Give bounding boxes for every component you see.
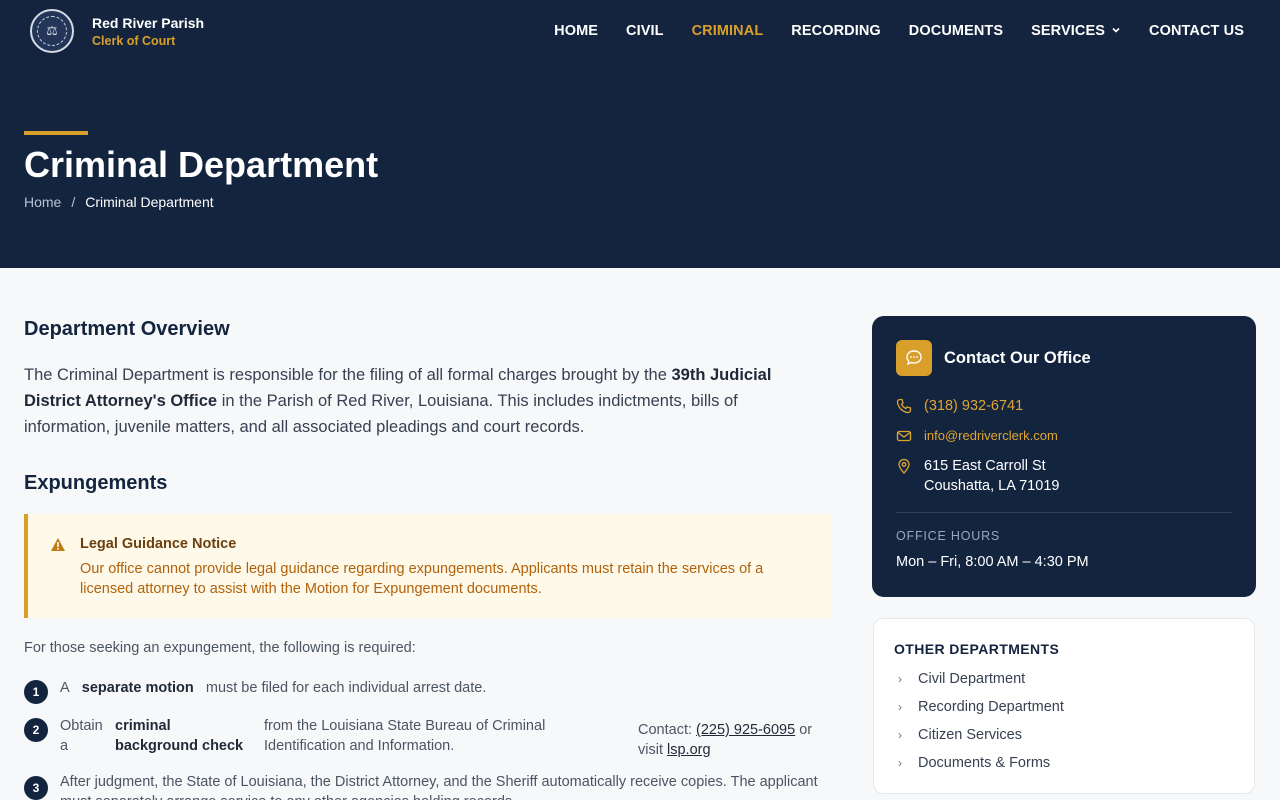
parish-seal-logo[interactable]: ⚖ [30,9,74,53]
department-link-label: Recording Department [918,699,1064,715]
breadcrumb-home[interactable]: Home [24,194,61,210]
mail-icon [896,428,912,444]
step-text-post: must be filed for each individual arrest… [205,680,487,696]
contact-divider [896,512,1232,513]
breadcrumb: Home / Criminal Department [24,194,214,210]
bureau-phone-link[interactable]: (225) 925-6095 [696,722,795,738]
step-text-post: from the Louisiana State Bureau of Crimi… [264,718,546,754]
brand-subtitle[interactable]: Clerk of Court [92,34,175,48]
requirements-intro: For those seeking an expungement, the fo… [24,640,416,656]
chevron-right-icon: › [898,672,902,686]
contact-address: 615 East Carroll St Coushatta, LA 71019 [924,456,1059,496]
legal-notice: Legal Guidance Notice Our office cannot … [24,514,832,618]
page-title: Criminal Department [24,144,379,185]
top-navigation-bar: ⚖ Red River Parish Clerk of Court HOME C… [0,0,1280,64]
nav-documents[interactable]: DOCUMENTS [909,23,1003,39]
contact-email-link[interactable]: info@redriverclerk.com [924,426,1058,446]
department-link-recording[interactable]: › Recording Department [898,699,1064,715]
department-link-citizen-services[interactable]: › Citizen Services [898,727,1022,743]
department-link-label: Civil Department [918,671,1026,687]
lsp-website-link[interactable]: lsp.org [667,742,711,758]
chat-bubble-icon [896,340,932,376]
contact-label: Contact: [638,722,692,738]
contact-card: Contact Our Office (318) 932-6741 info@r… [872,316,1256,597]
contact-phone-link[interactable]: (318) 932-6741 [924,396,1023,416]
step-text: A separate motion must be filed for each… [60,678,486,698]
step-number: 2 [24,718,48,742]
step-text-bold: criminal background check [115,718,244,754]
contact-email-row: info@redriverclerk.com [896,426,1058,446]
step-number: 3 [24,776,48,800]
contact-card-title: Contact Our Office [944,349,1091,367]
nav-home[interactable]: HOME [554,23,598,39]
address-line-1: 615 East Carroll St [924,458,1046,474]
overview-heading: Department Overview [24,318,230,340]
chevron-right-icon: › [898,728,902,742]
requirement-step: 1 A separate motion must be filed for ea… [24,678,824,706]
contact-phone-row: (318) 932-6741 [896,396,1023,416]
nav-recording[interactable]: RECORDING [791,23,881,39]
expungements-heading: Expungements [24,472,168,494]
step-text-bold: separate motion [81,680,194,696]
notice-body: Our office cannot provide legal guidance… [80,561,764,597]
overview-text-part1: The Criminal Department is responsible f… [24,366,667,384]
nav-services-label: SERVICES [1031,23,1106,39]
seal-icon: ⚖ [37,16,67,46]
warning-icon [50,537,66,556]
department-link-civil[interactable]: › Civil Department [898,671,1025,687]
requirement-step: 3 After judgment, the State of Louisiana… [24,772,824,800]
step-text-pre: Obtain a [60,718,103,754]
overview-text: The Criminal Department is responsible f… [24,362,824,440]
step-text: After judgment, the State of Louisiana, … [60,774,818,800]
department-link-label: Documents & Forms [918,755,1051,771]
address-line-2: Coushatta, LA 71019 [924,478,1060,494]
step-text-pre: A [60,680,70,696]
step-contact: Contact: (225) 925-6095 or visit lsp.org [638,720,838,760]
main-nav: HOME CIVIL CRIMINAL RECORDING DOCUMENTS … [554,23,1244,39]
chevron-right-icon: › [898,756,902,770]
nav-criminal[interactable]: CRIMINAL [692,23,764,39]
contact-address-row: 615 East Carroll St Coushatta, LA 71019 [896,456,1059,496]
breadcrumb-separator: / [71,194,76,210]
chevron-down-icon [1111,25,1121,38]
department-link-documents[interactable]: › Documents & Forms [898,755,1050,771]
office-hours-label: OFFICE HOURS [896,529,1001,543]
step-number: 1 [24,680,48,704]
other-departments-title: OTHER DEPARTMENTS [894,641,1060,657]
chevron-right-icon: › [898,700,902,714]
nav-contact-us[interactable]: CONTACT US [1149,23,1244,39]
requirement-step: 2 Obtain a criminal background check fro… [24,716,824,760]
notice-title: Legal Guidance Notice [80,536,237,552]
breadcrumb-current: Criminal Department [85,194,214,210]
hero-accent-bar [24,131,88,135]
office-hours-value: Mon – Fri, 8:00 AM – 4:30 PM [896,554,1089,570]
nav-services[interactable]: SERVICES [1031,23,1121,39]
phone-icon [896,398,912,414]
department-link-label: Citizen Services [918,727,1022,743]
nav-civil[interactable]: CIVIL [626,23,664,39]
map-pin-icon [896,458,912,474]
other-departments-card: OTHER DEPARTMENTS › Civil Department › R… [873,618,1255,794]
page-hero: Criminal Department Home / Criminal Depa… [0,64,1280,268]
brand-title[interactable]: Red River Parish [92,15,204,31]
